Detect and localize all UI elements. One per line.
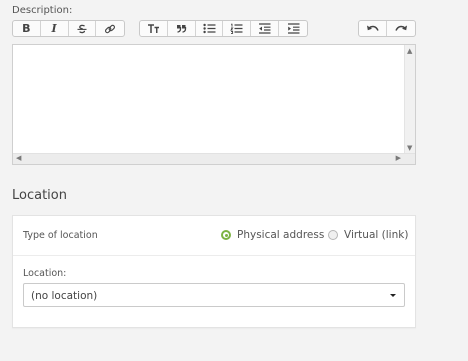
description-label: Description: — [12, 5, 73, 16]
link-icon — [105, 24, 116, 33]
block-toolbar-group — [139, 20, 308, 37]
chevron-down-icon — [390, 294, 396, 297]
bold-icon: B — [22, 22, 31, 35]
scroll-left-icon[interactable]: ◀ — [16, 155, 21, 162]
italic-icon: I — [51, 22, 57, 35]
bold-button[interactable]: B — [13, 21, 41, 36]
virtual-link-label: Virtual (link) — [344, 229, 409, 241]
formatting-toolbar-group: B I — [12, 20, 125, 37]
strikethrough-button[interactable] — [69, 21, 97, 36]
bulleted-list-button[interactable] — [196, 21, 224, 36]
outdent-icon — [259, 23, 271, 34]
text-size-icon — [147, 24, 159, 33]
description-editor[interactable]: ▲ ▼ ◀ ▶ — [12, 44, 416, 165]
physical-address-radio[interactable]: Physical address — [221, 229, 324, 241]
editor-content[interactable] — [19, 51, 399, 148]
blockquote-button[interactable] — [168, 21, 196, 36]
scroll-right-icon[interactable]: ▶ — [396, 155, 401, 162]
undo-icon — [367, 25, 379, 31]
location-type-row: Type of location Physical address Virtua… — [13, 216, 415, 256]
physical-address-label: Physical address — [237, 229, 325, 241]
vertical-scrollbar[interactable]: ▲ ▼ — [404, 45, 415, 155]
location-select-value: (no location) — [31, 290, 98, 302]
radio-unselected-icon — [328, 230, 338, 240]
link-button[interactable] — [96, 21, 124, 36]
undo-button[interactable] — [359, 21, 387, 36]
quote-icon — [176, 25, 186, 33]
indent-icon — [287, 23, 300, 34]
horizontal-scrollbar[interactable]: ◀ ▶ — [13, 153, 415, 164]
indent-button[interactable] — [279, 21, 307, 36]
heading-button[interactable] — [140, 21, 168, 36]
bullet-list-icon — [202, 23, 216, 34]
radio-selected-icon — [221, 230, 231, 240]
location-select[interactable]: (no location) — [23, 283, 405, 307]
scroll-up-icon[interactable]: ▲ — [407, 48, 412, 55]
location-field-label: Location: — [23, 268, 67, 279]
history-toolbar-group — [358, 20, 416, 37]
outdent-button[interactable] — [251, 21, 280, 36]
numbered-list-icon — [230, 23, 243, 34]
location-type-label: Type of location — [23, 230, 98, 241]
numbered-list-button[interactable] — [223, 21, 252, 36]
virtual-link-radio[interactable]: Virtual (link) — [328, 229, 408, 241]
location-section-title: Location — [12, 188, 67, 203]
redo-icon — [394, 25, 407, 31]
redo-button[interactable] — [387, 21, 415, 36]
scroll-down-icon[interactable]: ▼ — [407, 145, 412, 152]
strikethrough-icon — [77, 24, 87, 33]
location-panel: Type of location Physical address Virtua… — [12, 215, 416, 328]
italic-button[interactable]: I — [41, 21, 69, 36]
